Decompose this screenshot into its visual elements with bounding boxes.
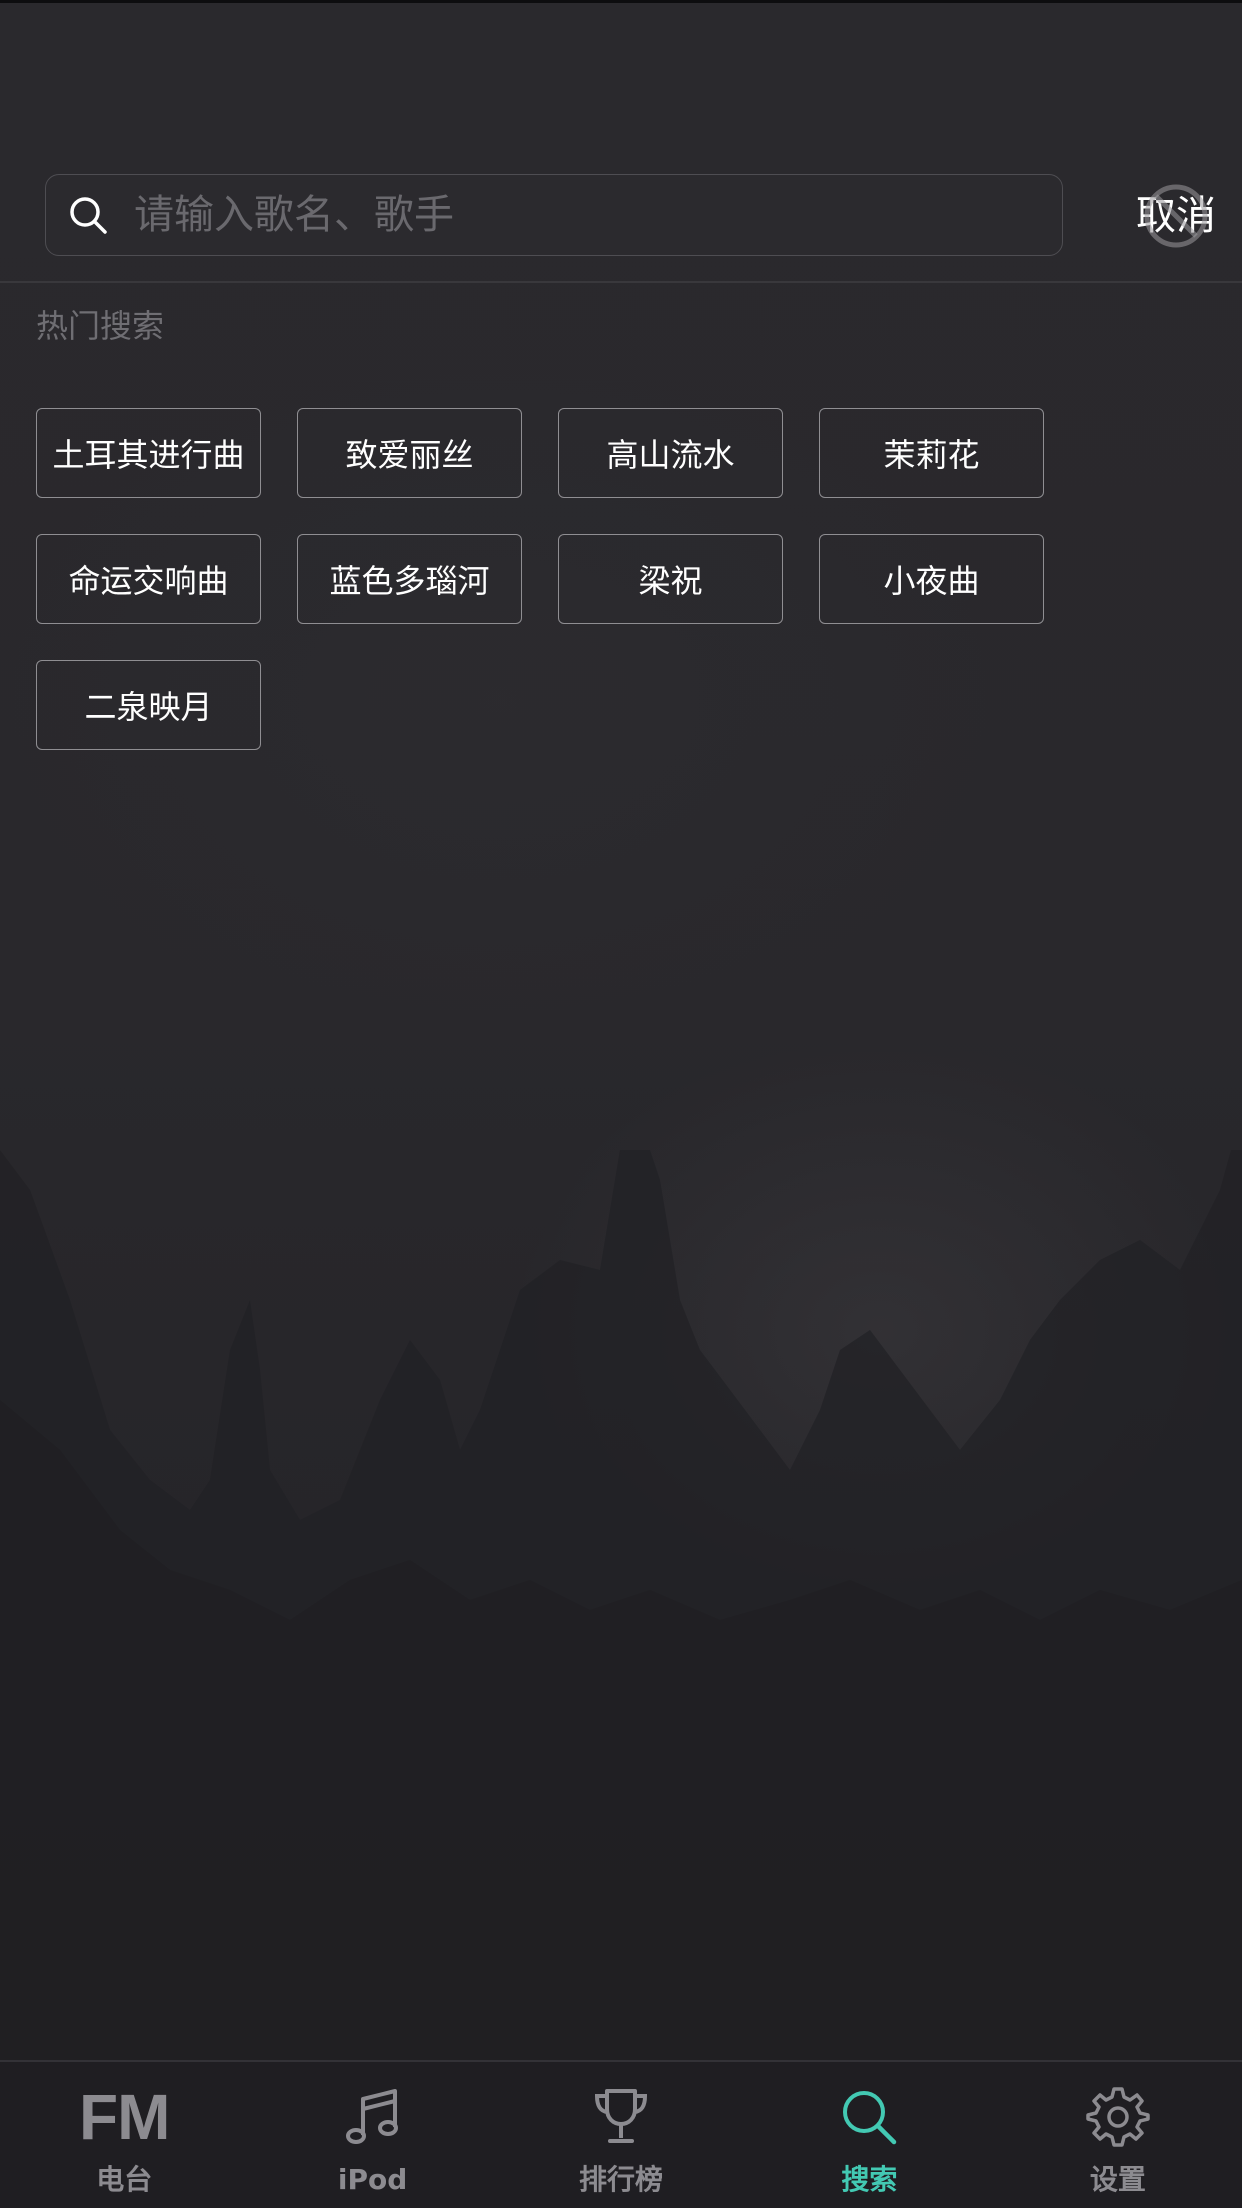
crowd-silhouette-background <box>0 1150 1242 2060</box>
hot-search-tag[interactable]: 命运交响曲 <box>36 534 261 624</box>
hot-search-tag[interactable]: 小夜曲 <box>819 534 1044 624</box>
hot-search-tag[interactable]: 致爱丽丝 <box>297 408 522 498</box>
search-bar[interactable] <box>45 174 1063 256</box>
fm-icon: FM <box>74 2081 174 2153</box>
tab-label: 搜索 <box>841 2163 898 2196</box>
trophy-icon <box>571 2082 671 2152</box>
tab-search[interactable]: 搜索 <box>745 2062 993 2208</box>
tab-settings[interactable]: 设置 <box>994 2062 1242 2208</box>
fm-icon-text: FM <box>79 2081 170 2153</box>
search-icon <box>819 2082 919 2152</box>
hot-search-tag[interactable]: 蓝色多瑙河 <box>297 534 522 624</box>
gear-icon <box>1068 2082 1168 2152</box>
hot-search-tag[interactable]: 高山流水 <box>558 408 783 498</box>
header-divider <box>0 281 1242 283</box>
search-icon <box>70 197 107 234</box>
hot-search-tag[interactable]: 二泉映月 <box>36 660 261 750</box>
top-border <box>0 0 1242 3</box>
hot-search-tag[interactable]: 土耳其进行曲 <box>36 408 261 498</box>
tab-radio[interactable]: FM 电台 <box>0 2062 248 2208</box>
search-input[interactable] <box>134 175 1034 255</box>
hot-search-tag[interactable]: 梁祝 <box>558 534 783 624</box>
cancel-button[interactable]: 取消 <box>1136 178 1236 254</box>
hot-search-title: 热门搜索 <box>36 307 165 345</box>
tab-label: 排行榜 <box>579 2163 664 2196</box>
hot-search-tags: 土耳其进行曲 致爱丽丝 高山流水 茉莉花 命运交响曲 蓝色多瑙河 梁祝 小夜曲 … <box>36 408 1086 750</box>
bottom-tab-bar: FM 电台 iPod 排行榜 搜索 设置 <box>0 2060 1242 2208</box>
tab-label: iPod <box>337 2163 408 2196</box>
tab-label: 设置 <box>1089 2163 1146 2196</box>
tab-charts[interactable]: 排行榜 <box>497 2062 745 2208</box>
tab-label: 电台 <box>96 2163 153 2196</box>
hot-search-tag[interactable]: 茉莉花 <box>819 408 1044 498</box>
tab-ipod[interactable]: iPod <box>248 2062 496 2208</box>
music-note-icon <box>323 2082 423 2152</box>
